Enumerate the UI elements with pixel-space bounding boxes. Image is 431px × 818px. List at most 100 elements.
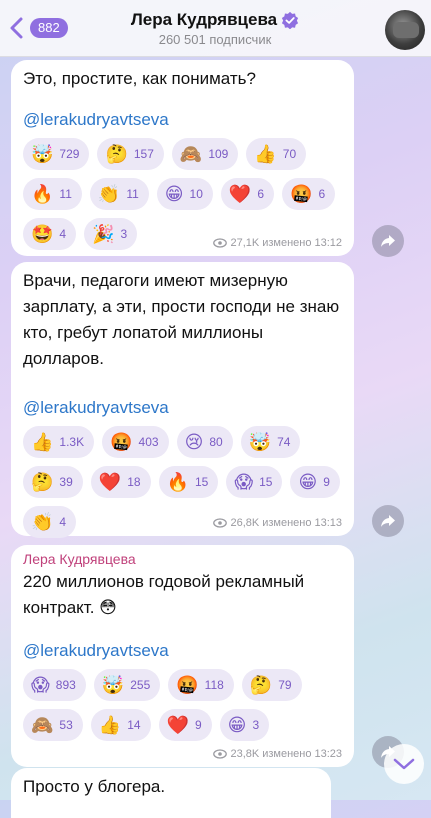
reaction-chip[interactable]: 😢 80 [176,426,233,458]
reaction-count: 39 [59,475,73,489]
reaction-chip[interactable]: 😱 15 [226,466,283,498]
reaction-emoji: 👍 [31,432,54,452]
reaction-emoji: 🤩 [31,224,54,244]
reaction-chip[interactable]: 🎉 3 [84,218,138,250]
reaction-count: 11 [59,187,72,201]
reaction-emoji: 🙈 [31,715,54,735]
channel-title-area[interactable]: Лера Кудрявцева 260 501 подписчик [100,10,330,47]
reaction-count: 3 [252,718,260,732]
reaction-emoji: ❤️ [166,715,189,735]
share-button[interactable] [372,225,404,257]
reaction-count: 15 [259,475,273,489]
message-meta: 27,1K изменено 13:12 [213,237,342,249]
reaction-chip[interactable]: ❤️ 18 [90,466,151,498]
message-meta: 23,8K изменено 13:23 [213,748,342,760]
reaction-emoji: 🤯 [101,675,125,695]
reaction-emoji: 😱 [234,472,254,492]
reaction-count: 157 [133,147,154,161]
reaction-chip[interactable]: 🤯 255 [93,669,161,701]
reaction-count: 6 [257,187,265,201]
reaction-chip[interactable]: 😁 9 [290,466,340,498]
reaction-emoji: 😁 [298,472,318,492]
reaction-count: 729 [59,147,80,161]
reaction-chip[interactable]: 😁 3 [219,709,270,741]
reaction-count: 3 [120,227,128,241]
reaction-emoji: 🤔 [249,675,273,695]
message-meta: 26,8K изменено 13:13 [213,517,342,529]
reaction-chip[interactable]: 👍 70 [246,138,307,170]
reaction-chip[interactable]: ❤️ 6 [220,178,275,210]
reaction-emoji: 👏 [97,184,121,204]
mention-link[interactable]: @lerakudryavtseva [23,398,342,418]
reaction-count: 893 [55,678,76,692]
share-button[interactable] [372,505,404,537]
message-bubble[interactable]: Просто у блогера. [11,768,331,818]
reaction-emoji: 🤯 [248,432,272,452]
reaction-chip[interactable]: 🤔 79 [241,669,302,701]
message-bubble[interactable]: Это, простите, как понимать? @lerakudrya… [11,60,354,256]
back-button[interactable]: 882 [6,16,68,40]
reaction-count: 74 [277,435,291,449]
reactions: 😱 893 🤯 255 🤬 118 🤔 79 🙈 53 👍 14 ❤️ 9 😁 3 [23,669,353,741]
reaction-count: 118 [204,678,224,692]
reaction-count: 18 [127,475,141,489]
reaction-chip[interactable]: 🤩 4 [23,218,77,250]
eye-icon [213,238,228,248]
reaction-chip[interactable]: 🤬 6 [282,178,336,210]
reaction-emoji: 🤬 [110,432,133,452]
reaction-emoji: 🔥 [166,472,189,492]
reaction-chip[interactable]: 🤔 39 [23,466,83,498]
reaction-emoji: 😁 [227,715,247,735]
message-bubble[interactable]: Врачи, педагоги имеют мизерную зарплату,… [11,262,354,538]
message-time: 13:13 [314,517,342,529]
message-author[interactable]: Лера Кудрявцева [23,551,342,567]
subscriber-count: 260 501 подписчик [158,32,272,47]
reaction-count: 6 [318,187,326,201]
reaction-count: 70 [282,147,297,161]
edited-label: изменено [262,237,312,249]
reaction-chip[interactable]: 🙈 53 [23,709,83,741]
reaction-chip[interactable]: 👍 14 [90,709,151,741]
reaction-chip[interactable]: 👏 11 [89,178,149,210]
reaction-chip[interactable]: 🤯 74 [240,426,301,458]
reaction-chip[interactable]: 😱 893 [23,669,86,701]
reaction-emoji: 👏 [31,512,54,532]
reaction-chip[interactable]: 🤔 157 [97,138,164,170]
reaction-emoji: 🤬 [176,675,199,695]
reaction-chip[interactable]: 🔥 15 [158,466,219,498]
reaction-emoji: 👍 [254,144,277,164]
channel-avatar[interactable] [385,10,425,50]
message-time: 13:12 [314,237,342,249]
reaction-chip[interactable]: 🔥 11 [23,178,82,210]
reaction-chip[interactable]: 👏 4 [23,506,77,538]
channel-title: Лера Кудрявцева [130,10,278,29]
reaction-chip[interactable]: 🤬 118 [168,669,234,701]
reaction-count: 9 [194,718,202,732]
reaction-count: 10 [189,187,203,201]
reaction-emoji: ❤️ [228,184,252,204]
unread-count-badge: 882 [30,18,68,38]
message-text: 220 миллионов годовой рекламный контракт… [23,572,305,617]
reaction-chip[interactable]: 😁 10 [156,178,213,210]
reaction-chip[interactable]: 🤬 403 [102,426,169,458]
reaction-chip[interactable]: 👍 1.3K [23,426,95,458]
reaction-emoji: 😢 [184,432,204,452]
message-text: Врачи, педагоги имеют мизерную зарплату,… [23,271,340,368]
reaction-emoji: 🤔 [105,144,128,164]
mention-link[interactable]: @lerakudryavtseva [23,110,342,130]
view-count: 26,8K [230,517,260,529]
reaction-count: 53 [59,718,73,732]
reaction-count: 80 [209,435,223,449]
scroll-down-button[interactable] [384,744,424,784]
share-arrow-icon [381,515,395,527]
message-bubble[interactable]: Лера Кудрявцева 220 миллионов годовой ре… [11,545,354,767]
reaction-emoji: 😁 [164,184,184,204]
reaction-count: 79 [278,678,292,692]
reaction-chip[interactable]: 🙈 109 [171,138,239,170]
mention-link[interactable]: @lerakudryavtseva [23,641,342,661]
reaction-chip[interactable]: 🤯 729 [23,138,90,170]
chevron-down-icon [393,758,415,770]
reaction-emoji: 🔥 [31,184,54,204]
reaction-chip[interactable]: ❤️ 9 [158,709,212,741]
share-arrow-icon [381,235,395,247]
